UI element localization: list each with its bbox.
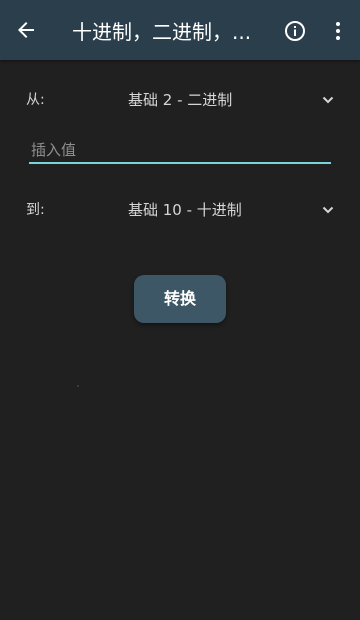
converter-screen: 十进制，二进制，... 从: 基础 2 - 二进制 插入值 到: 基础 10 -… [0,0,360,620]
top-app-bar: 十进制，二进制，... [0,0,360,60]
to-label: 到: [26,202,45,218]
value-input-wrapper [29,138,331,166]
value-input[interactable] [29,138,331,164]
page-title: 十进制，二进制，... [72,20,252,44]
from-row: 从: 基础 2 - 二进制 [0,80,360,120]
divider-speck [77,385,79,387]
info-circle-icon[interactable] [284,20,306,42]
more-vert-icon[interactable] [327,19,349,43]
from-label: 从: [26,92,45,108]
chevron-down-icon [320,92,336,108]
chevron-down-icon [320,202,336,218]
from-base-value: 基础 2 - 二进制 [128,91,233,109]
arrow-left-icon[interactable] [14,18,38,42]
to-base-value: 基础 10 - 十进制 [128,201,242,219]
to-row: 到: 基础 10 - 十进制 [0,190,360,230]
to-base-dropdown[interactable]: 基础 10 - 十进制 [118,194,342,226]
convert-button[interactable]: 转换 [134,275,226,323]
from-base-dropdown[interactable]: 基础 2 - 二进制 [118,84,342,116]
